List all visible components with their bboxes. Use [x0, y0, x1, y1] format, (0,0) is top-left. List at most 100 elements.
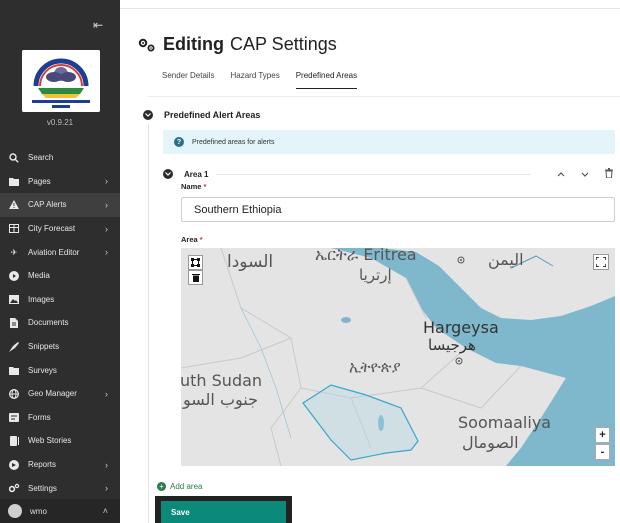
map-label-eritrea-arabic: إرتريا — [359, 266, 392, 284]
delete-shape-tool[interactable] — [188, 270, 203, 285]
required-mark: * — [199, 235, 203, 244]
sidebar-item-images[interactable]: Images — [0, 288, 120, 312]
sidebar-item-label: Surveys — [28, 365, 57, 375]
map-label-hargeysa: Hargeysa — [423, 318, 499, 337]
sidebar-item-label: Forms — [28, 412, 51, 422]
sidebar-item-forms[interactable]: Forms — [0, 406, 120, 430]
sidebar-item-surveys[interactable]: Surveys — [0, 358, 120, 382]
area-header-divider — [216, 173, 531, 175]
sidebar-item-aviation-editor[interactable]: ✈ Aviation Editor › — [0, 240, 120, 264]
sidebar-item-label: Search — [28, 153, 54, 163]
sidebar-item-label: Settings — [28, 483, 57, 493]
tab-hazard-types[interactable]: Hazard Types — [230, 71, 279, 89]
area-name-input[interactable] — [181, 197, 615, 222]
collapse-section-button[interactable] — [143, 110, 153, 120]
save-button[interactable]: Save — [161, 501, 286, 523]
trash-icon — [191, 274, 200, 282]
sidebar-item-label: Reports — [28, 460, 57, 470]
delete-area-button[interactable] — [603, 168, 615, 180]
chevron-right-icon: › — [105, 483, 108, 494]
sidebar-item-label: Snippets — [28, 342, 60, 352]
folder-icon — [8, 175, 20, 187]
section-guide-line — [148, 124, 149, 523]
chevron-right-icon: › — [105, 459, 108, 470]
map-label-somalia-arabic: الصومال — [462, 433, 519, 452]
help-text: Predefined areas for alerts — [192, 138, 275, 146]
reports-icon — [8, 459, 20, 471]
snippet-icon — [8, 341, 20, 353]
move-up-button[interactable] — [555, 169, 567, 179]
chevron-right-icon: › — [105, 176, 108, 187]
fullscreen-button[interactable] — [593, 254, 609, 270]
add-area-label: Add area — [170, 482, 203, 491]
tabs-divider — [148, 96, 620, 97]
play-icon — [8, 270, 20, 282]
app-version: v0.9.21 — [46, 118, 74, 127]
sidebar-item-pages[interactable]: Pages › — [0, 170, 120, 194]
gear-icon — [8, 482, 20, 494]
map-label-sudan: السودا — [227, 252, 274, 272]
area-label-text: Area — [181, 235, 198, 244]
zoom-out-button[interactable]: - — [595, 444, 610, 460]
sidebar-item-label: Pages — [28, 176, 51, 186]
account-menu[interactable]: wmo ˄ — [0, 499, 120, 523]
site-logo[interactable] — [22, 50, 100, 112]
sidebar-item-label: Aviation Editor — [28, 247, 80, 257]
header-divider — [120, 8, 620, 9]
section-header: Predefined Alert Areas — [143, 110, 260, 120]
page-title: Editing CAP Settings — [138, 34, 337, 55]
chevron-right-icon: › — [105, 388, 108, 399]
account-username: wmo — [30, 506, 47, 516]
chevron-down-icon — [165, 172, 171, 176]
add-area-button[interactable]: + Add area — [157, 482, 202, 491]
sidebar-item-label: Media — [28, 271, 50, 281]
name-label-text: Name — [181, 182, 202, 191]
sidebar: ⇤ v0.9.21 Search Pages › CAP Alerts › Ci… — [0, 0, 120, 523]
map-label-somalia: Soomaaliya — [458, 413, 552, 432]
map-label-hargeysa-arabic: هرجيسا — [428, 336, 476, 354]
collapse-area-button[interactable] — [163, 169, 173, 179]
area-map[interactable]: السودا ኤርትራ Eritrea إرتريا اليمن Hargeys… — [181, 248, 615, 466]
sidebar-item-label: Images — [28, 294, 55, 304]
move-down-button[interactable] — [579, 169, 591, 179]
sidebar-item-media[interactable]: Media — [0, 264, 120, 288]
chevron-up-icon: ˄ — [102, 506, 108, 516]
sidebar-item-documents[interactable]: Documents — [0, 311, 120, 335]
required-mark: * — [203, 182, 207, 191]
sidebar-item-geo-manager[interactable]: Geo Manager › — [0, 382, 120, 406]
sidebar-item-web-stories[interactable]: Web Stories — [0, 429, 120, 453]
map-label-yemen: اليمن — [488, 250, 524, 269]
sidebar-item-cap-alerts[interactable]: CAP Alerts › — [0, 193, 120, 217]
plane-icon: ✈ — [10, 247, 18, 257]
map-label-south-sudan: uth Sudan — [181, 371, 263, 390]
trash-icon — [605, 168, 613, 179]
zoom-in-button[interactable]: + — [595, 427, 610, 443]
sidebar-item-city-forecast[interactable]: City Forecast › — [0, 217, 120, 241]
sidebar-item-settings[interactable]: Settings › — [0, 476, 120, 500]
gears-icon — [138, 37, 156, 53]
search-icon — [8, 152, 20, 164]
stories-icon — [8, 435, 20, 447]
chevron-up-icon — [557, 172, 565, 177]
chevron-down-icon — [581, 172, 589, 177]
section-title: Predefined Alert Areas — [164, 110, 261, 120]
save-bar: Save — [155, 496, 292, 523]
area-block-label: Area 1 — [184, 169, 209, 179]
chevron-down-icon — [145, 113, 151, 117]
map-label-south-sudan-arabic: جنوب السو — [183, 390, 258, 409]
sidebar-item-label: CAP Alerts — [28, 200, 67, 210]
name-field-label: Name * — [181, 182, 206, 191]
sidebar-item-reports[interactable]: Reports › — [0, 453, 120, 477]
page-title-action: Editing — [163, 34, 224, 54]
draw-polygon-tool[interactable] — [188, 255, 203, 270]
area-field-label: Area * — [181, 235, 203, 244]
sidebar-item-search[interactable]: Search — [0, 146, 120, 170]
table-icon — [8, 223, 20, 235]
sidebar-item-label: Geo Manager — [28, 389, 77, 399]
tab-sender-details[interactable]: Sender Details — [162, 71, 214, 89]
chevron-right-icon: › — [105, 247, 108, 258]
sidebar-item-snippets[interactable]: Snippets — [0, 335, 120, 359]
tab-predefined-areas[interactable]: Predefined Areas — [295, 71, 358, 89]
collapse-sidebar-button[interactable]: ⇤ — [93, 18, 103, 32]
chevron-right-icon: › — [105, 199, 108, 210]
